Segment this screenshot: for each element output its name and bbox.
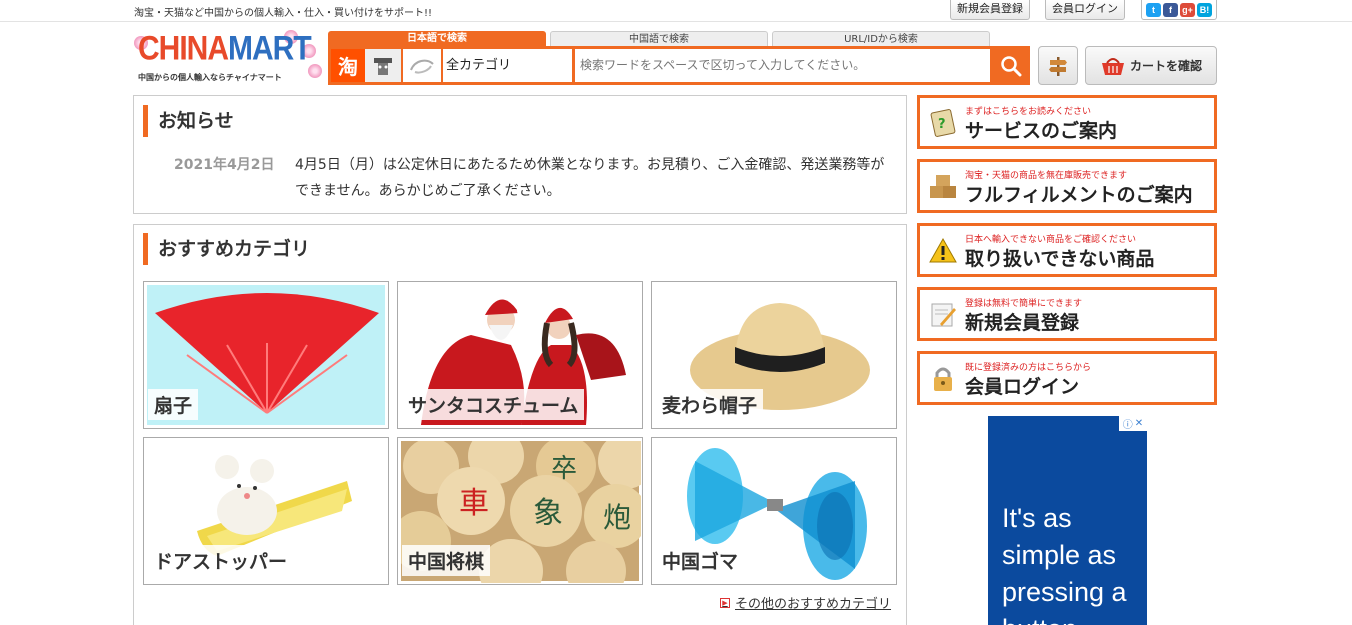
- category-label: 中国将棋: [402, 545, 491, 576]
- login-link[interactable]: 会員ログイン: [1045, 0, 1125, 20]
- svg-text:象: 象: [533, 496, 563, 531]
- category-label: ドアストッパー: [148, 545, 294, 576]
- category-tile-diabolo[interactable]: 中国ゴマ: [651, 437, 897, 585]
- more-categories-label: その他のおすすめカテゴリ: [735, 597, 892, 612]
- alibaba-icon[interactable]: [403, 49, 441, 82]
- sidebar-fulfillment-guide[interactable]: 淘宝・天猫の商品を無在庫販売できます フルフィルメントのご案内: [917, 159, 1217, 213]
- search-icon: [1001, 55, 1022, 76]
- sidebar-big-text: 取り扱いできない商品: [965, 248, 1155, 270]
- hatena-icon[interactable]: B!: [1197, 2, 1212, 17]
- category-tile-door-stopper[interactable]: ドアストッパー: [143, 437, 389, 585]
- ad-text: It's as simple as pressing a button: [1002, 503, 1127, 625]
- social-links: t f g+ B!: [1141, 0, 1217, 20]
- register-icon: [931, 303, 956, 327]
- tab-url-search[interactable]: URL/IDから検索: [772, 31, 990, 46]
- news-title: お知らせ: [143, 105, 234, 137]
- site-tagline: 淘宝・天猫など中国からの個人輸入・仕入・買い付けをサポート!!: [134, 8, 433, 19]
- sidebar-service-guide[interactable]: ? まずはこちらをお読みください サービスのご案内: [917, 95, 1217, 149]
- svg-text:車: 車: [459, 486, 489, 521]
- ad-info-icon[interactable]: ⓘ: [1123, 416, 1133, 431]
- register-link[interactable]: 新規会員登録: [950, 0, 1030, 20]
- category-select[interactable]: 全カテゴリ: [443, 49, 572, 82]
- search-button[interactable]: [992, 46, 1030, 85]
- svg-text:?: ?: [938, 117, 946, 132]
- category-tile-santa[interactable]: サンタコスチューム: [397, 281, 643, 429]
- sidebar-big-text: 会員ログイン: [965, 376, 1080, 398]
- google-plus-icon[interactable]: g+: [1180, 2, 1195, 17]
- news-text: 4月5日（月）は公定休日にあたるため休業となります。お見積り、ご入金確認、発送業…: [295, 157, 885, 199]
- lock-icon: [934, 367, 952, 391]
- twitter-icon[interactable]: t: [1146, 2, 1161, 17]
- category-tile-fan[interactable]: 扇子: [143, 281, 389, 429]
- category-label: 麦わら帽子: [656, 389, 764, 420]
- guide-icon: ?: [930, 109, 956, 137]
- signpost-icon: [1049, 56, 1067, 76]
- sidebar-big-text: 新規会員登録: [965, 312, 1080, 334]
- boxes-icon: [930, 175, 956, 198]
- advertisement[interactable]: ⓘ ✕ It's as simple as pressing a button: [988, 416, 1147, 625]
- site-logo[interactable]: CHINAMART 中国からの個人輸入ならチャイナマート: [134, 29, 322, 88]
- ad-choices[interactable]: ⓘ ✕: [1119, 416, 1147, 431]
- news-date: 2021年4月2日: [174, 157, 275, 173]
- cart-button[interactable]: カートを確認: [1085, 46, 1217, 85]
- search-input[interactable]: [575, 49, 990, 82]
- logo-subtitle: 中国からの個人輸入ならチャイナマート: [138, 73, 282, 82]
- category-tile-chinese-chess[interactable]: 車 象 炮 卒 中国将棋: [397, 437, 643, 585]
- svg-text:炮: 炮: [603, 501, 631, 534]
- news-panel: お知らせ 2021年4月2日 4月5日（月）は公定休日にあたるため休業となります…: [133, 95, 907, 214]
- cart-icon: [1101, 57, 1124, 75]
- arrow-right-icon: ▶: [720, 597, 730, 608]
- top-bar: 淘宝・天猫など中国からの個人輸入・仕入・買い付けをサポート!! 新規会員登録 会…: [0, 0, 1352, 22]
- category-label: サンタコスチューム: [402, 389, 585, 420]
- more-categories-link[interactable]: ▶ その他のおすすめカテゴリ: [720, 593, 891, 612]
- search-bar: 淘 全カテゴリ: [328, 46, 1030, 85]
- sidebar-register[interactable]: 登録は無料で簡単にできます 新規会員登録: [917, 287, 1217, 341]
- tab-japanese-search[interactable]: 日本語で検索: [328, 31, 546, 46]
- categories-title: おすすめカテゴリ: [143, 233, 310, 265]
- svg-text:卒: 卒: [551, 454, 577, 484]
- logo-text: CHINAMART: [138, 29, 312, 68]
- cart-button-label: カートを確認: [1129, 59, 1202, 73]
- warning-icon: [929, 237, 957, 263]
- facebook-icon[interactable]: f: [1163, 2, 1178, 17]
- sidebar-login[interactable]: 既に登録済みの方はこちらから 会員ログイン: [917, 351, 1217, 405]
- category-label: 扇子: [148, 389, 199, 420]
- ad-close-icon[interactable]: ✕: [1135, 418, 1143, 429]
- category-tile-straw-hat[interactable]: 麦わら帽子: [651, 281, 897, 429]
- taobao-icon[interactable]: 淘: [331, 49, 365, 82]
- tab-chinese-search[interactable]: 中国語で検索: [550, 31, 768, 46]
- sidebar-prohibited-items[interactable]: 日本へ輸入できない商品をご確認ください 取り扱いできない商品: [917, 223, 1217, 277]
- signpost-button[interactable]: [1038, 46, 1078, 85]
- sidebar-big-text: フルフィルメントのご案内: [965, 184, 1193, 206]
- sidebar-big-text: サービスのご案内: [965, 120, 1118, 142]
- tmall-icon[interactable]: [365, 49, 401, 82]
- category-label: 中国ゴマ: [656, 545, 745, 576]
